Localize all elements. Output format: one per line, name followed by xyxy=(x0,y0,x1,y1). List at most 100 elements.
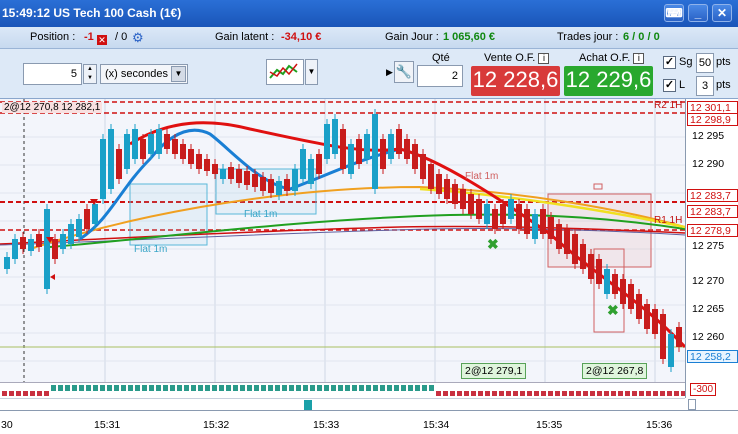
time-tick: 15:31 xyxy=(94,419,121,431)
candle xyxy=(644,304,650,329)
candle xyxy=(60,234,66,249)
candle xyxy=(220,169,226,179)
candle xyxy=(428,164,434,189)
candle xyxy=(324,124,330,159)
candle xyxy=(524,209,530,234)
keyboard-icon[interactable]: ⌨ xyxy=(664,4,684,22)
price-tick: 12 265 xyxy=(692,303,725,315)
volume-bar xyxy=(422,385,427,391)
indicator-dropdown-icon[interactable]: ▼ xyxy=(305,59,318,85)
volume-bar xyxy=(23,391,28,396)
volume-bar xyxy=(548,391,553,396)
price-chart[interactable]: ✖ ✖ 2@12 270,8 12 282,1 R2 1H R1 1H Flat … xyxy=(0,99,685,382)
l-input[interactable]: 3 xyxy=(696,76,714,96)
volume-bar xyxy=(625,391,630,396)
time-tick: 15:32 xyxy=(203,419,230,431)
qty-input[interactable]: 2 xyxy=(417,65,463,87)
interval-input[interactable]: 5 xyxy=(23,63,82,85)
volume-bar xyxy=(142,385,147,391)
volume-bar xyxy=(170,385,175,391)
volume-bar xyxy=(436,391,441,396)
time-tick: 30 xyxy=(1,419,13,431)
volume-bar xyxy=(51,385,56,391)
order-label-1[interactable]: 2@12 279,1 xyxy=(461,363,527,379)
trading-window: 15:49:12 US Tech 100 Cash (1€) ⌨ _ ✕ Pos… xyxy=(0,0,738,434)
volume-bar xyxy=(569,391,574,396)
time-tick: 15:34 xyxy=(423,419,450,431)
candle xyxy=(12,239,18,259)
scroll-thumb[interactable] xyxy=(304,400,312,410)
volume-axis: -300 xyxy=(685,382,738,398)
candle xyxy=(140,139,146,159)
volume-bar xyxy=(268,385,273,391)
candle xyxy=(612,274,618,294)
volume-bar xyxy=(184,385,189,391)
volume-bar xyxy=(618,391,623,396)
arrow-right-icon: ▶ xyxy=(386,67,393,77)
scroll-end-button[interactable] xyxy=(688,399,696,410)
volume-bar xyxy=(177,385,182,391)
buy-button[interactable]: 12 229,6 xyxy=(564,66,653,96)
volume-bar xyxy=(93,385,98,391)
volume-bar xyxy=(114,385,119,391)
volume-bar xyxy=(261,385,266,391)
wrench-icon[interactable]: 🔧 xyxy=(394,61,414,83)
candle xyxy=(276,181,282,195)
candle xyxy=(132,129,138,159)
interval-unit-select[interactable]: (x) secondes ▼ xyxy=(100,64,188,84)
volume-bar xyxy=(408,385,413,391)
candle xyxy=(516,204,522,229)
volume-bar xyxy=(513,391,518,396)
close-button[interactable]: ✕ xyxy=(712,4,732,22)
volume-bar xyxy=(100,385,105,391)
volume-bar xyxy=(156,385,161,391)
volume-bar xyxy=(219,385,224,391)
gear-icon[interactable]: ⚙ xyxy=(132,30,144,46)
volume-bar xyxy=(583,391,588,396)
candle xyxy=(604,269,610,294)
candle xyxy=(492,209,498,229)
title-bar[interactable]: 15:49:12 US Tech 100 Cash (1€) ⌨ _ ✕ xyxy=(0,0,738,27)
buy-marker: ✖ xyxy=(607,302,619,318)
volume-bar xyxy=(247,385,252,391)
volume-bar xyxy=(37,391,42,396)
volume-bar xyxy=(632,391,637,396)
sg-checkbox[interactable]: ✓ xyxy=(663,56,676,69)
volume-bar xyxy=(562,391,567,396)
buy-info-icon[interactable]: i xyxy=(633,52,645,64)
candle xyxy=(556,224,562,249)
sell-marker xyxy=(50,274,55,280)
trades-label: Trades jour : xyxy=(557,31,619,43)
sell-info-icon[interactable]: i xyxy=(538,52,550,64)
l-label: L xyxy=(679,79,686,91)
candle xyxy=(652,309,658,334)
volume-bar xyxy=(58,385,63,391)
sell-button[interactable]: 12 228,6 xyxy=(471,66,560,96)
price-tag: 12 278,9 xyxy=(687,224,738,237)
volume-bar xyxy=(324,385,329,391)
candle xyxy=(388,134,394,159)
l-checkbox[interactable]: ✓ xyxy=(663,79,676,92)
volume-bar xyxy=(457,391,462,396)
interval-stepper[interactable]: ▲ ▼ xyxy=(83,64,97,84)
volume-bar xyxy=(674,391,679,396)
buy-marker: ✖ xyxy=(487,236,499,252)
price-tick: 12 295 xyxy=(692,130,725,142)
indicator-button[interactable] xyxy=(266,59,304,85)
sg-input[interactable]: 50 xyxy=(696,53,714,73)
chart-scrollbar[interactable] xyxy=(0,398,696,410)
candle xyxy=(660,314,666,359)
volume-bar xyxy=(499,391,504,396)
candle xyxy=(228,167,234,179)
candle xyxy=(316,154,322,174)
order-label-2[interactable]: 2@12 267,8 xyxy=(582,363,648,379)
volume-bar xyxy=(646,391,651,396)
minimize-button[interactable]: _ xyxy=(688,4,708,22)
price-tag: 12 283,7 xyxy=(687,205,738,218)
volume-bar xyxy=(107,385,112,391)
volume-bar xyxy=(79,385,84,391)
candle xyxy=(476,199,482,219)
volume-bar xyxy=(240,385,245,391)
volume-bar xyxy=(366,385,371,391)
candle xyxy=(4,257,10,269)
